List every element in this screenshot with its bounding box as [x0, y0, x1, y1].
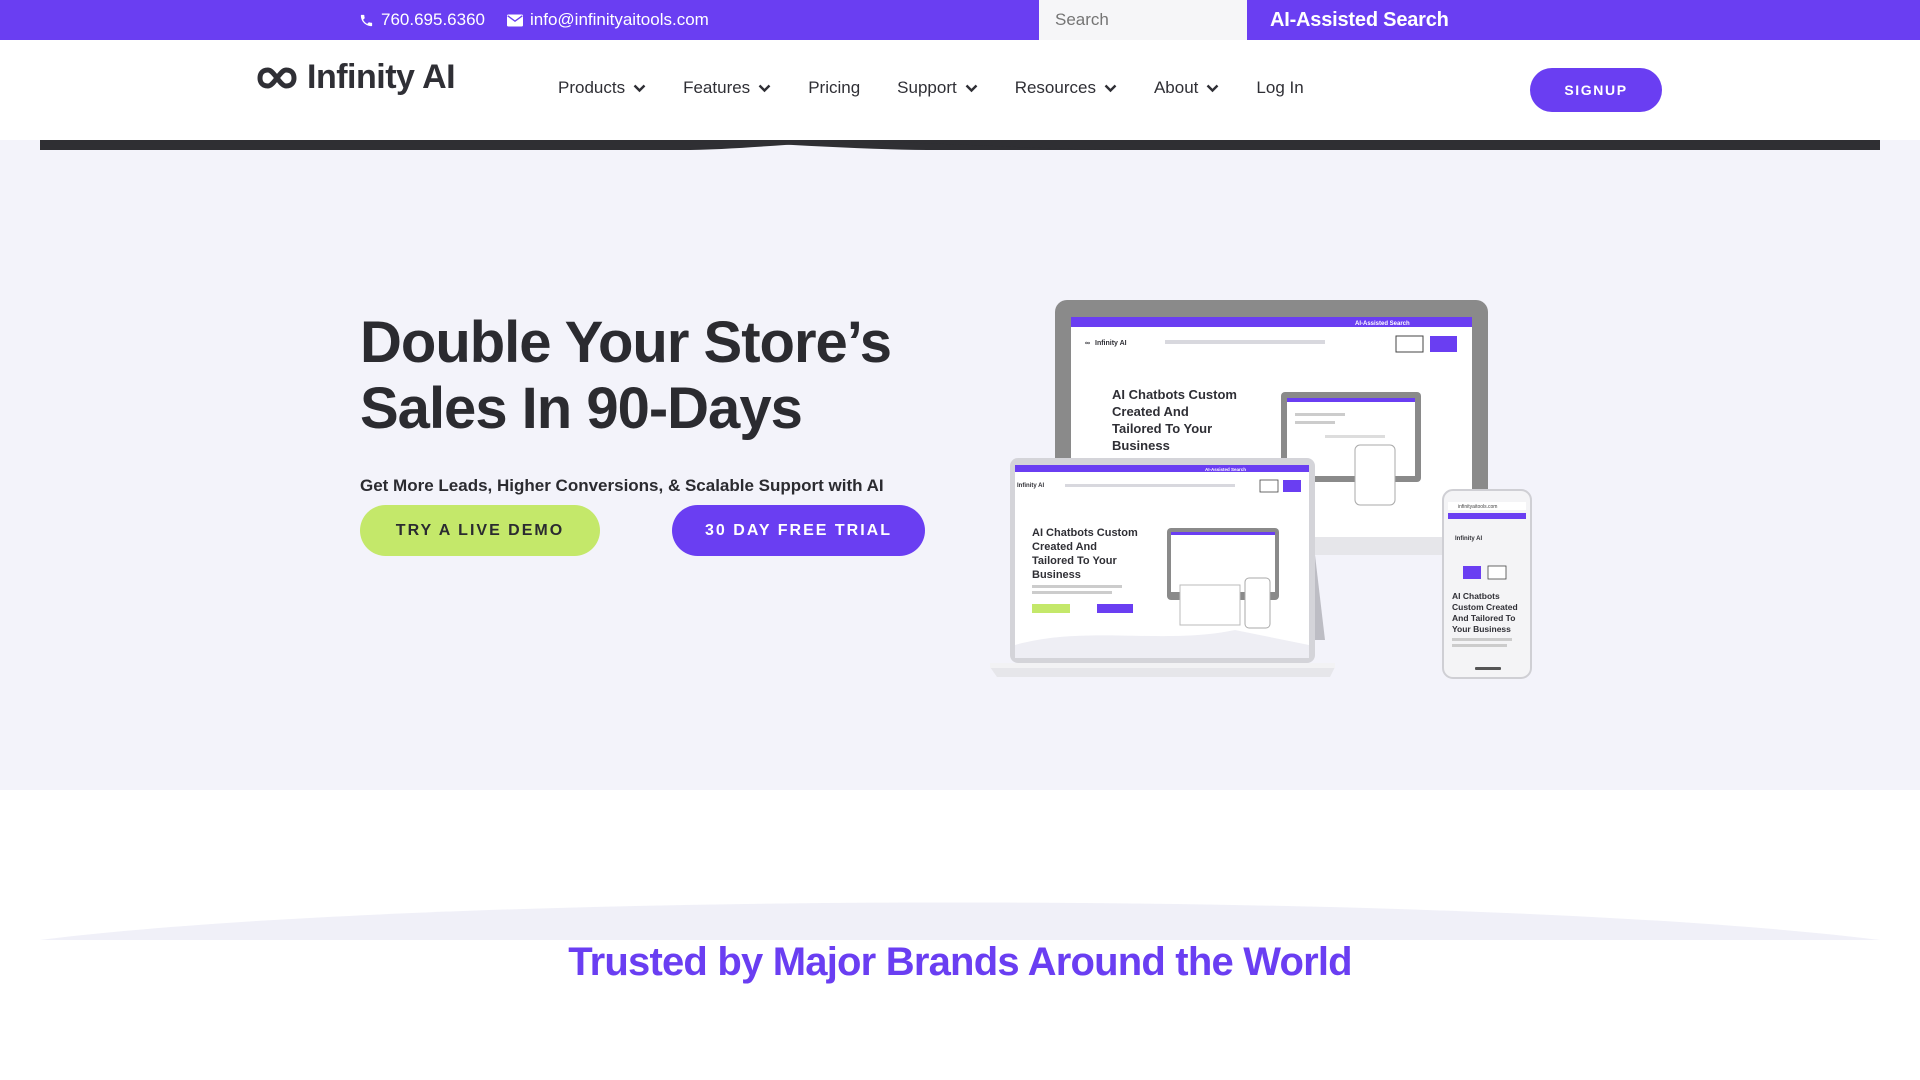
mockup-phone-logo: Infinity AI — [1455, 536, 1482, 542]
phone-icon — [360, 14, 373, 26]
top-bar: 760.695.6360 info@infinityaitools.com AI… — [0, 0, 1920, 47]
search-input[interactable] — [1039, 0, 1247, 40]
mockup-laptop-headline-2: Created And — [1032, 541, 1097, 553]
svg-text:∞: ∞ — [1085, 340, 1090, 347]
hero-title: Double Your Store’s Sales In 90-Days — [360, 310, 892, 442]
mockup-phone-headline-2: Custom Created — [1452, 602, 1518, 612]
chevron-down-icon — [965, 84, 978, 92]
nav-label: Products — [558, 78, 626, 97]
contact-info: 760.695.6360 info@infinityaitools.com — [359, 0, 709, 40]
mockup-laptop-headline-1: AI Chatbots Custom — [1032, 527, 1138, 539]
nav-item-products[interactable]: Products — [558, 78, 646, 98]
mockup-desktop-logo: Infinity AI — [1095, 340, 1127, 347]
nav-label: About — [1153, 78, 1199, 97]
nav-label: Log In — [1256, 78, 1304, 97]
mockup-phone-headline-3: And Tailored To — [1452, 613, 1515, 623]
nav-item-login[interactable]: Log In — [1256, 78, 1303, 98]
main-header: Infinity AI Products Features Pricing Su… — [0, 40, 1920, 140]
mockup-phone-url: infinityaitools.com — [1458, 504, 1497, 510]
main-nav: Products Features Pricing Support Resour… — [558, 78, 1341, 98]
chevron-down-icon — [1104, 84, 1117, 92]
ai-assisted-search-button[interactable]: AI-Assisted Search — [1270, 0, 1449, 40]
mockup-laptop-logo: Infinity AI — [1017, 483, 1044, 489]
site-logo[interactable]: Infinity AI — [257, 58, 456, 97]
infinity-logo-icon — [257, 66, 297, 89]
nav-item-pricing[interactable]: Pricing — [808, 78, 860, 98]
mockup-phone-headline-1: AI Chatbots — [1452, 591, 1500, 601]
nav-label: Support — [897, 78, 957, 97]
email-address: info@infinityaitools.com — [530, 10, 709, 29]
nav-item-resources[interactable]: Resources — [1015, 78, 1117, 98]
mockup-desktop-headline-4: Business — [1112, 438, 1170, 453]
email-link[interactable]: info@infinityaitools.com — [507, 10, 709, 30]
mockup-laptop-ai-search: AI-Assisted Search — [1205, 467, 1246, 472]
hero-section — [0, 140, 1920, 790]
nav-label: Resources — [1014, 78, 1096, 97]
nav-item-support[interactable]: Support — [897, 78, 978, 98]
email-icon — [507, 14, 523, 26]
device-mockup-image: AI-Assisted Search ∞ Infinity AI AI Chat… — [985, 295, 1535, 695]
nav-item-about[interactable]: About — [1154, 78, 1219, 98]
mockup-phone-headline-4: Your Business — [1452, 624, 1511, 634]
signup-button[interactable]: SIGNUP — [1530, 68, 1662, 112]
try-live-demo-button[interactable]: TRY A LIVE DEMO — [360, 505, 600, 556]
chevron-down-icon — [1207, 84, 1219, 92]
nav-item-features[interactable]: Features — [683, 78, 771, 98]
mockup-desktop-headline-3: Tailored To Your — [1112, 421, 1212, 436]
hero-subtitle: Get More Leads, Higher Conversions, & Sc… — [360, 476, 884, 495]
nav-label: Pricing — [808, 78, 861, 97]
chevron-down-icon — [758, 84, 771, 92]
mockup-laptop-headline-4: Business — [1032, 569, 1081, 581]
mockup-desktop-headline-2: Created And — [1112, 404, 1189, 419]
mockup-laptop-headline-3: Tailored To Your — [1032, 555, 1117, 567]
trusted-heading: Trusted by Major Brands Around the World — [568, 940, 1352, 984]
hero-title-line-2: Sales In 90-Days — [360, 376, 803, 441]
hero-title-line-1: Double Your Store’s — [360, 310, 892, 375]
header-divider — [40, 140, 1880, 150]
logo-text: Infinity AI — [307, 58, 456, 96]
free-trial-button[interactable]: 30 DAY FREE TRIAL — [672, 505, 925, 556]
chevron-down-icon — [633, 84, 646, 92]
phone-number: 760.695.6360 — [381, 10, 485, 29]
section-arc — [40, 902, 1880, 940]
nav-label: Features — [683, 78, 751, 97]
mockup-ai-search: AI-Assisted Search — [1355, 321, 1410, 327]
mockup-desktop-headline-1: AI Chatbots Custom — [1112, 387, 1237, 402]
phone-link[interactable]: 760.695.6360 — [359, 10, 485, 30]
